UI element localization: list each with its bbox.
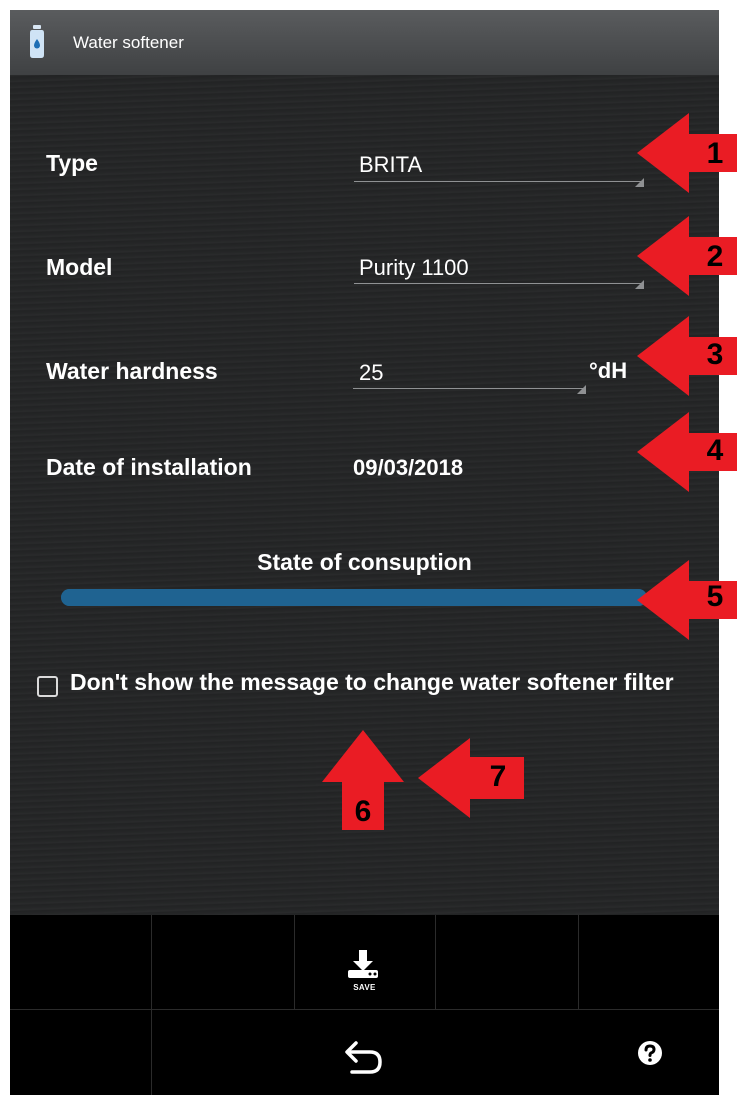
navbar-divider [151,1010,152,1095]
download-save-icon [348,950,378,978]
annotation-number-6: 6 [354,795,372,828]
back-arrow-icon[interactable] [344,1040,384,1076]
model-value: Purity 1100 [359,255,469,280]
consumption-progress-fill [61,589,647,606]
help-icon[interactable] [637,1040,663,1066]
type-label: Type [46,150,98,176]
consumption-heading: State of consuption [257,549,472,575]
annotation-number-5: 5 [706,580,724,613]
annotation-number-7: 7 [489,760,507,793]
app-title: Water softener [73,33,184,52]
hardness-label: Water hardness [46,358,218,384]
hardness-value: 25 [359,360,384,385]
toolbar-divider [435,915,436,1009]
model-label: Model [46,254,113,280]
navigation-bar [10,1010,719,1095]
type-underline [354,181,644,182]
annotation-number-3: 3 [706,338,724,371]
water-bottle-icon [30,25,44,58]
app-screen: Water softener Type BRITA Model Purity 1… [10,10,719,1095]
save-button[interactable]: SAVE [294,915,435,1009]
type-value: BRITA [359,152,423,177]
bottom-toolbar: SAVE [10,915,719,1009]
annotation-number-1: 1 [706,137,724,170]
dont-show-message-label[interactable]: Don't show the message to change water s… [70,668,690,697]
consumption-progress-bar [61,589,647,606]
input-corner-icon [577,385,586,394]
hardness-underline [353,388,586,389]
annotation-number-4: 4 [706,434,724,467]
model-underline [354,283,644,284]
save-label: SAVE [353,983,376,992]
installation-label: Date of installation [46,454,252,480]
toolbar-divider [578,915,579,1009]
title-bar: Water softener [10,10,719,75]
toolbar-divider [151,915,152,1009]
installation-date: 09/03/2018 [353,455,464,480]
annotation-number-2: 2 [706,240,724,273]
model-dropdown[interactable]: Purity 1100 [354,240,644,290]
dont-show-message-checkbox[interactable] [37,676,58,697]
type-dropdown[interactable]: BRITA [354,137,644,187]
hardness-unit: °dH [589,358,628,383]
hardness-input[interactable]: 25 [353,343,586,394]
